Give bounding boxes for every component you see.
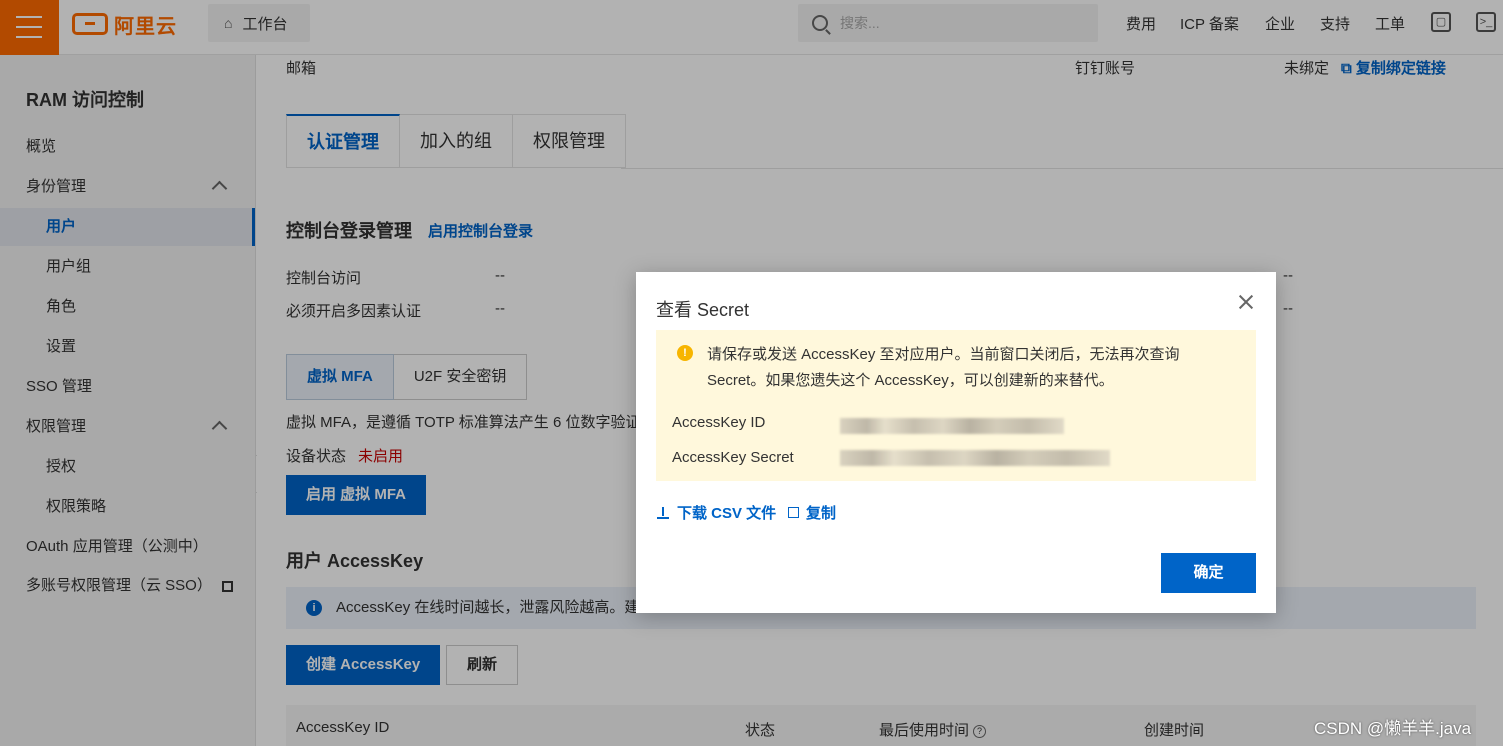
download-csv-button[interactable]: 下载 CSV 文件 <box>657 502 776 523</box>
warning-icon: ! <box>677 345 693 361</box>
download-icon <box>657 506 669 519</box>
accesskey-id-value-redacted <box>840 418 1064 434</box>
copy-button[interactable]: 复制 <box>788 502 836 523</box>
download-csv-label: 下载 CSV 文件 <box>677 505 777 522</box>
copy-icon <box>788 507 799 518</box>
accesskey-secret-label: AccessKey Secret <box>672 449 794 466</box>
accesskey-secret-value-redacted <box>840 450 1110 466</box>
view-secret-dialog: 查看 Secret ! 请保存或发送 AccessKey 至对应用户。当前窗口关… <box>636 272 1276 613</box>
warning-text: 请保存或发送 AccessKey 至对应用户。当前窗口关闭后，无法再次查询 Se… <box>707 346 1180 389</box>
copy-label: 复制 <box>806 505 837 522</box>
warning-box: ! 请保存或发送 AccessKey 至对应用户。当前窗口关闭后，无法再次查询 … <box>656 330 1256 481</box>
accesskey-id-label: AccessKey ID <box>672 414 766 431</box>
watermark: CSDN @懒羊羊.java <box>1314 719 1472 738</box>
dialog-title: 查看 Secret <box>656 300 750 320</box>
confirm-button[interactable]: 确定 <box>1161 553 1256 593</box>
close-icon[interactable] <box>1237 293 1255 311</box>
